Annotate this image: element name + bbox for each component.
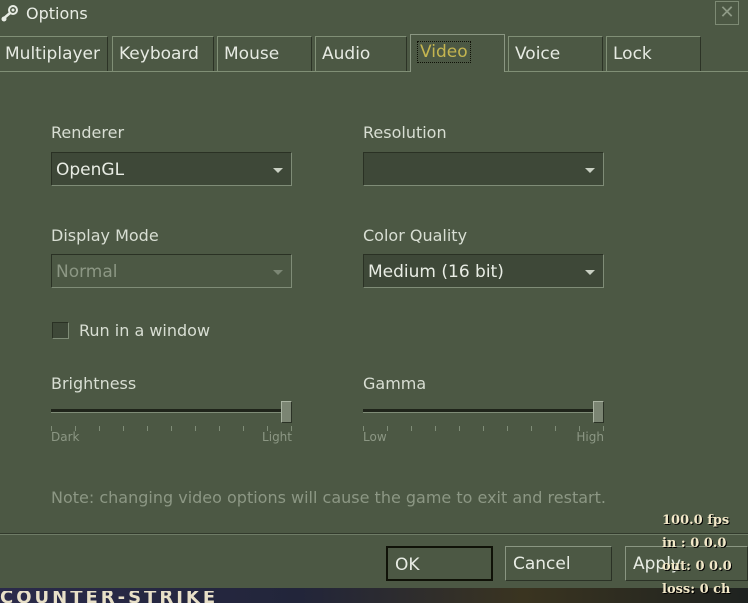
- tab-label: Voice: [515, 44, 561, 64]
- slider-tick: [603, 426, 604, 431]
- fps-counter: 100.0 fps: [662, 513, 730, 528]
- renderer-dropdown[interactable]: OpenGL: [51, 152, 292, 186]
- tab-lock[interactable]: Lock: [606, 36, 701, 71]
- options-dialog: Options ✕ Multiplayer Keyboard Mouse Aud…: [0, 0, 748, 588]
- cancel-label: Cancel: [513, 554, 571, 574]
- chevron-down-icon: [273, 168, 283, 173]
- color-quality-label: Color Quality: [363, 226, 468, 245]
- chevron-down-icon: [273, 270, 283, 275]
- slider-tick: [75, 426, 76, 431]
- brightness-slider[interactable]: Dark Light: [51, 401, 292, 453]
- tab-underline: [0, 71, 410, 72]
- run-in-window-checkbox[interactable]: [52, 322, 69, 339]
- display-mode-label: Display Mode: [51, 226, 159, 245]
- brightness-slider-thumb[interactable]: [281, 401, 292, 423]
- steam-icon: [1, 5, 18, 22]
- color-quality-value: Medium (16 bit): [368, 262, 504, 282]
- tab-audio[interactable]: Audio: [315, 36, 407, 71]
- gamma-slider[interactable]: Low High: [363, 401, 604, 453]
- slider-tick: [507, 426, 508, 431]
- slider-tick: [123, 426, 124, 431]
- title-bar[interactable]: Options ✕: [0, 0, 748, 28]
- slider-tick: [459, 426, 460, 431]
- slider-tick: [219, 426, 220, 431]
- slider-tick: [483, 426, 484, 431]
- tab-label: Multiplayer: [5, 44, 100, 64]
- resolution-label: Resolution: [363, 123, 447, 142]
- divider: [0, 534, 748, 535]
- renderer-label: Renderer: [51, 123, 125, 142]
- tab-video[interactable]: Video: [410, 34, 505, 72]
- slider-tick: [579, 426, 580, 431]
- window-title: Options: [26, 4, 88, 23]
- gamma-max-label: High: [576, 430, 604, 444]
- gamma-label: Gamma: [363, 374, 427, 393]
- tab-voice[interactable]: Voice: [508, 36, 603, 71]
- slider-track: [363, 409, 604, 413]
- tab-keyboard[interactable]: Keyboard: [112, 36, 214, 71]
- gamma-min-label: Low: [363, 430, 387, 444]
- brightness-min-label: Dark: [51, 430, 80, 444]
- chevron-down-icon: [585, 168, 595, 173]
- game-logo: COUNTER-STRIKE: [0, 591, 219, 603]
- close-button[interactable]: ✕: [715, 1, 739, 25]
- tab-label: Keyboard: [119, 44, 199, 64]
- restart-note: Note: changing video options will cause …: [51, 488, 606, 507]
- slider-tick: [99, 426, 100, 431]
- slider-tick: [531, 426, 532, 431]
- tab-label: Mouse: [224, 44, 280, 64]
- color-quality-dropdown[interactable]: Medium (16 bit): [363, 254, 604, 288]
- resolution-dropdown[interactable]: [363, 152, 604, 186]
- close-icon: ✕: [719, 2, 735, 23]
- slider-tick: [411, 426, 412, 431]
- display-mode-dropdown[interactable]: Normal: [51, 254, 292, 288]
- tab-mouse[interactable]: Mouse: [217, 36, 312, 71]
- cancel-button[interactable]: Cancel: [505, 546, 612, 581]
- slider-track: [51, 409, 292, 413]
- tab-underline: [505, 71, 748, 72]
- slider-tick: [387, 426, 388, 431]
- tab-label: Audio: [322, 44, 371, 64]
- slider-tick: [171, 426, 172, 431]
- slider-tick: [195, 426, 196, 431]
- ok-label: OK: [395, 555, 420, 575]
- slider-tick: [435, 426, 436, 431]
- tab-label: Lock: [613, 44, 652, 64]
- brightness-max-label: Light: [262, 430, 292, 444]
- slider-tick: [363, 426, 364, 431]
- brightness-label: Brightness: [51, 374, 137, 393]
- slider-tick: [147, 426, 148, 431]
- renderer-value: OpenGL: [56, 160, 125, 180]
- slider-tick: [267, 426, 268, 431]
- net-out-stat: out: 0 0.0: [662, 559, 732, 574]
- tab-label: Video: [417, 41, 471, 63]
- run-in-window-label[interactable]: Run in a window: [79, 321, 210, 340]
- slider-tick: [291, 426, 292, 431]
- slider-tick: [555, 426, 556, 431]
- chevron-down-icon: [585, 270, 595, 275]
- gamma-slider-thumb[interactable]: [593, 401, 604, 423]
- net-in-stat: in : 0 0.0: [662, 536, 727, 551]
- ok-button[interactable]: OK: [386, 546, 493, 581]
- display-mode-value: Normal: [56, 262, 118, 282]
- net-loss-stat: loss: 0 ch: [662, 582, 731, 597]
- slider-tick: [243, 426, 244, 431]
- tab-multiplayer[interactable]: Multiplayer: [0, 36, 108, 71]
- slider-tick: [51, 426, 52, 431]
